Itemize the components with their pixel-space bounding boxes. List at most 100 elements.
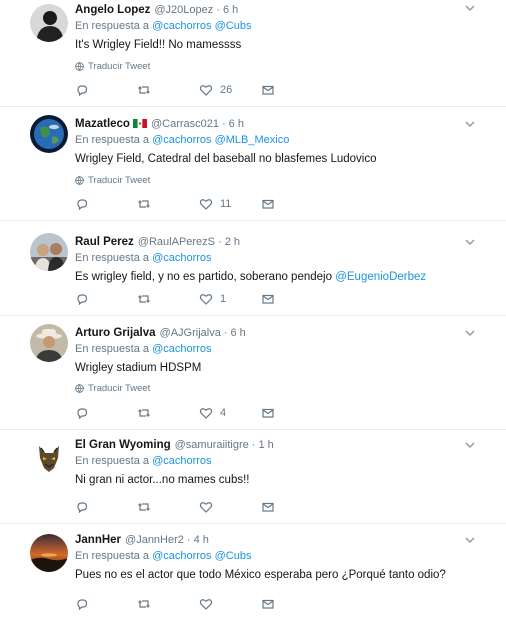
like-button[interactable]: 4 — [199, 406, 261, 420]
display-name[interactable]: El Gran Wyoming — [75, 437, 171, 453]
mention-link[interactable]: @Cubs — [215, 550, 252, 562]
tweet[interactable]: JannHer @JannHer2 · 4 h En respuesta a @… — [0, 524, 506, 620]
tweet-actions: 11 — [75, 196, 323, 212]
tweet[interactable]: Arturo Grijalva @AJGrijalva · 6 h En res… — [0, 316, 506, 430]
avatar[interactable] — [30, 324, 68, 362]
mention-link[interactable]: @cachorros — [152, 550, 211, 562]
reply-context: En respuesta a @cachorros @Cubs — [75, 549, 506, 564]
retweet-button[interactable] — [137, 500, 199, 514]
translate-link[interactable]: Traducir Tweet — [75, 382, 506, 395]
tweet-actions: 4 — [75, 405, 323, 421]
like-button[interactable] — [199, 500, 261, 514]
retweet-button[interactable] — [137, 406, 199, 420]
reply-button[interactable] — [75, 406, 137, 420]
like-button[interactable]: 11 — [199, 197, 261, 211]
retweet-button[interactable] — [137, 197, 199, 211]
tweet[interactable]: Raul Perez @RaulAPerezS · 2 h En respues… — [0, 221, 506, 316]
display-name[interactable]: Raul Perez — [75, 234, 134, 250]
retweet-icon — [138, 503, 150, 511]
timestamp[interactable]: 2 h — [225, 234, 240, 250]
message-button[interactable] — [261, 292, 323, 306]
like-icon — [199, 408, 213, 419]
message-button[interactable] — [261, 597, 323, 611]
message-icon — [262, 502, 274, 512]
retweet-button[interactable] — [137, 83, 199, 97]
timestamp[interactable]: 6 h — [229, 116, 244, 132]
user-handle[interactable]: @AJGrijalva — [160, 325, 221, 341]
like-button[interactable]: 26 — [199, 83, 261, 97]
chevron-down-icon[interactable] — [464, 534, 476, 546]
chevron-down-icon[interactable] — [464, 327, 476, 339]
message-button[interactable] — [261, 406, 323, 420]
tweet-actions — [75, 596, 323, 612]
like-count: 26 — [220, 84, 233, 96]
tweet-actions — [75, 499, 323, 515]
retweet-icon — [138, 295, 150, 303]
like-button[interactable] — [199, 597, 261, 611]
message-icon — [262, 599, 274, 609]
reply-prefix: En respuesta a — [75, 343, 149, 355]
message-button[interactable] — [261, 83, 323, 97]
display-name[interactable]: JannHer — [75, 532, 121, 548]
mention-link[interactable]: @cachorros — [152, 20, 211, 32]
tweet[interactable]: Mazatleco @Carrasc021 · 6 h En respuesta… — [0, 107, 506, 221]
timestamp[interactable]: 6 h — [223, 2, 238, 18]
avatar[interactable] — [30, 534, 68, 572]
mention-link[interactable]: @EugenioDerbez — [335, 271, 426, 283]
tweet-actions: 1 — [75, 291, 323, 307]
avatar[interactable] — [30, 440, 68, 478]
mention-link[interactable]: @Cubs — [215, 20, 252, 32]
retweet-button[interactable] — [137, 292, 199, 306]
reply-prefix: En respuesta a — [75, 134, 149, 146]
separator-dot: · — [222, 118, 226, 130]
timestamp[interactable]: 6 h — [231, 325, 246, 341]
reply-context: En respuesta a @cachorros — [75, 342, 506, 357]
reply-button[interactable] — [75, 292, 137, 306]
mention-link[interactable]: @cachorros — [152, 134, 211, 146]
like-icon — [199, 599, 213, 610]
chevron-down-icon[interactable] — [464, 2, 476, 14]
tweet[interactable]: El Gran Wyoming @samuraiitigre · 1 h En … — [0, 430, 506, 524]
retweet-icon — [138, 86, 150, 94]
separator-dot: · — [251, 439, 256, 451]
user-handle[interactable]: @JannHer2 — [125, 532, 184, 548]
reply-button[interactable] — [75, 597, 137, 611]
display-name[interactable]: Angelo Lopez — [75, 2, 150, 18]
message-button[interactable] — [261, 197, 323, 211]
user-handle[interactable]: @J20Lopez — [154, 2, 213, 18]
translate-link[interactable]: Traducir Tweet — [75, 174, 506, 187]
avatar[interactable] — [30, 4, 68, 42]
reply-button[interactable] — [75, 83, 137, 97]
user-handle[interactable]: @RaulAPerezS — [138, 234, 215, 250]
chevron-down-icon[interactable] — [464, 439, 476, 451]
like-button[interactable]: 1 — [199, 292, 261, 306]
reply-button[interactable] — [75, 500, 137, 514]
display-name[interactable]: Arturo Grijalva — [75, 325, 156, 341]
chevron-down-icon[interactable] — [464, 118, 476, 130]
mention-link[interactable]: @MLB_Mexico — [215, 134, 290, 146]
display-name[interactable]: Mazatleco — [75, 116, 130, 132]
reply-context: En respuesta a @cachorros — [75, 251, 506, 266]
reply-icon — [77, 294, 88, 306]
timestamp[interactable]: 4 h — [194, 532, 209, 548]
reply-button[interactable] — [75, 197, 137, 211]
mention-link[interactable]: @cachorros — [152, 252, 211, 264]
tweet-text-container: Es wrigley field, y no es partido, sober… — [75, 269, 506, 286]
retweet-icon — [138, 200, 150, 208]
reply-icon — [77, 502, 88, 514]
user-handle[interactable]: @Carrasc021 — [151, 116, 219, 132]
avatar[interactable] — [30, 115, 68, 153]
timestamp[interactable]: 1 h — [258, 437, 273, 453]
translate-link[interactable]: Traducir Tweet — [75, 60, 506, 73]
avatar[interactable] — [30, 233, 68, 271]
mention-link[interactable]: @cachorros — [152, 343, 211, 355]
message-button[interactable] — [261, 500, 323, 514]
tweet-text: Es wrigley field, y no es partido, sober… — [75, 271, 332, 283]
reply-prefix: En respuesta a — [75, 550, 149, 562]
tweet[interactable]: Angelo Lopez @J20Lopez · 6 h En respuest… — [0, 0, 506, 107]
chevron-down-icon[interactable] — [464, 236, 476, 248]
mention-link[interactable]: @cachorros — [152, 455, 211, 467]
like-count: 11 — [220, 198, 232, 210]
retweet-button[interactable] — [137, 597, 199, 611]
user-handle[interactable]: @samuraiitigre — [175, 437, 249, 453]
